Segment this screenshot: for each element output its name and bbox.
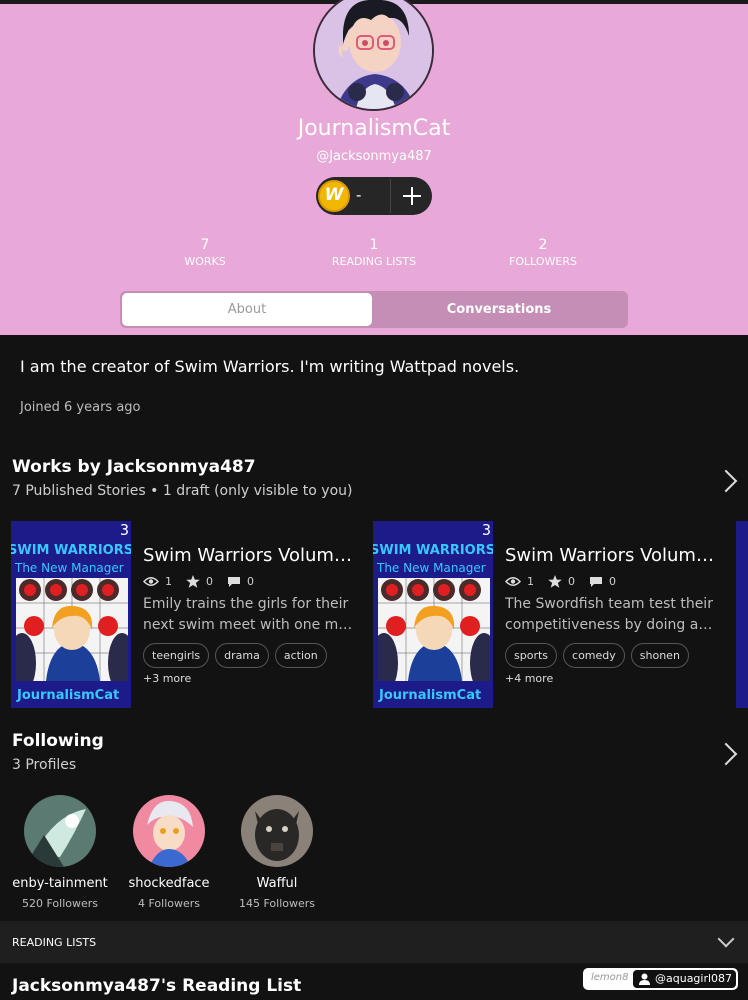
profile-tab-control: About Conversations <box>120 291 628 328</box>
story-reads: 1 <box>165 575 172 588</box>
user-icon <box>639 973 650 985</box>
story-more-tags[interactable]: +3 more <box>143 672 191 685</box>
coin-support-pill: W - <box>316 177 432 215</box>
watermark: lemon8 @aquagirl087 <box>583 968 738 990</box>
story-card[interactable]: 3 SWIM WARRIORS The New Manager Journali… <box>11 521 371 708</box>
story-description-line: The Swordfish team test their <box>505 596 713 612</box>
story-description-line: competitiveness by doing a… <box>505 617 713 633</box>
stat-reading-lists-value: 1 <box>369 237 379 253</box>
story-description: Emily trains the girls for their next sw… <box>143 594 353 636</box>
votes-star-icon <box>548 575 562 588</box>
profile-avatar[interactable] <box>133 795 205 867</box>
reading-list-title[interactable]: Jacksonmya487's Reading List <box>12 976 301 996</box>
following-followers: 145 Followers <box>238 897 316 910</box>
story-tags: sports comedy shonen <box>505 643 695 668</box>
following-followers: 520 Followers <box>21 897 99 910</box>
stat-reading-lists[interactable]: 1 READING LISTS <box>304 237 444 268</box>
stat-followers[interactable]: 2 FOLLOWERS <box>473 237 613 268</box>
cover-artwork <box>373 578 493 693</box>
following-profile[interactable]: enby-tainment 520 Followers <box>0 795 120 910</box>
coin-count: - <box>356 186 362 204</box>
cover-artwork <box>11 578 131 693</box>
watermark-brand: lemon8 <box>591 972 629 983</box>
reads-eye-icon <box>143 577 159 586</box>
chevron-down-icon[interactable] <box>717 930 735 948</box>
watermark-user-badge: @aquagirl087 <box>633 970 736 988</box>
cover-title: SWIM WARRIORS <box>373 543 493 558</box>
story-tag[interactable]: shonen <box>630 643 689 668</box>
cover-title: SWIM WARRIORS <box>11 543 131 558</box>
tab-conversations[interactable]: Conversations <box>372 293 626 326</box>
works-section-title: Works by Jacksonmya487 <box>12 457 256 477</box>
reading-lists-bar[interactable]: READING LISTS <box>0 921 748 963</box>
following-name: shockedface <box>128 876 210 891</box>
profile-display-name: JournalismCat <box>297 116 451 141</box>
coin-icon[interactable]: W <box>318 180 350 212</box>
following-section-subtitle: 3 Profiles <box>12 757 77 773</box>
following-chevron-right-icon[interactable] <box>714 742 738 766</box>
story-metrics: 1 0 0 <box>505 575 630 588</box>
avatar-illustration <box>315 0 432 109</box>
stat-followers-value: 2 <box>538 237 548 253</box>
story-tag[interactable]: sports <box>505 643 558 668</box>
cover-subtitle: The New Manager <box>15 561 124 575</box>
story-comments: 0 <box>247 575 254 588</box>
reading-lists-label: READING LISTS <box>12 936 97 949</box>
profile-header: JournalismCat @Jacksonmya487 W - 7 WORKS… <box>0 0 748 335</box>
pill-divider <box>390 179 391 213</box>
story-title[interactable]: Swim Warriors Volum… <box>505 545 715 566</box>
works-section-subtitle: 7 Published Stories • 1 draft (only visi… <box>12 483 353 499</box>
comments-bubble-icon <box>590 576 602 587</box>
story-tag[interactable]: teengirls <box>143 643 210 668</box>
story-cover[interactable]: 3 SWIM WARRIORS The New Manager Journali… <box>11 521 131 708</box>
stat-works-value: 7 <box>200 237 210 253</box>
story-description: The Swordfish team test their competitiv… <box>505 594 715 636</box>
story-votes: 0 <box>568 575 575 588</box>
following-name: enby-tainment <box>12 876 108 891</box>
following-profile[interactable]: Wafful 145 Followers <box>217 795 337 910</box>
profile-bio: I am the creator of Swim Warriors. I'm w… <box>20 357 520 376</box>
follow-plus-icon[interactable] <box>394 179 428 213</box>
profile-avatar[interactable] <box>313 0 434 111</box>
stat-works-label: WORKS <box>184 255 226 268</box>
following-profile[interactable]: shockedface 4 Followers <box>109 795 229 910</box>
votes-star-icon <box>186 575 200 588</box>
comments-bubble-icon <box>228 576 240 587</box>
story-tags: teengirls drama action <box>143 643 333 668</box>
cover-author: JournalismCat <box>17 688 120 703</box>
story-more-tags[interactable]: +4 more <box>505 672 553 685</box>
story-card[interactable]: 3 SWIM WARRIORS The New Manager Journali… <box>373 521 733 708</box>
joined-date: Joined 6 years ago <box>20 400 141 415</box>
profile-avatar[interactable] <box>24 795 96 867</box>
profile-handle: @Jacksonmya487 <box>316 149 432 164</box>
story-description-line: Emily trains the girls for their <box>143 596 349 612</box>
cover-subtitle: The New Manager <box>377 561 486 575</box>
cover-volume: 3 <box>481 521 491 539</box>
works-chevron-right-icon[interactable] <box>714 469 738 493</box>
reads-eye-icon <box>505 577 521 586</box>
story-comments: 0 <box>609 575 616 588</box>
story-tag[interactable]: action <box>274 643 327 668</box>
watermark-user: @aquagirl087 <box>655 972 733 985</box>
profile-avatar[interactable] <box>241 795 313 867</box>
story-tag[interactable]: comedy <box>563 643 625 668</box>
stat-followers-label: FOLLOWERS <box>509 255 577 268</box>
story-title[interactable]: Swim Warriors Volum… <box>143 545 353 566</box>
stat-works[interactable]: 7 WORKS <box>135 237 275 268</box>
story-cover[interactable]: 3 SWIM WARRIORS The New Manager Journali… <box>373 521 493 708</box>
story-metrics: 1 0 0 <box>143 575 268 588</box>
story-votes: 0 <box>206 575 213 588</box>
following-section-title: Following <box>12 731 104 751</box>
story-cover-peek[interactable] <box>736 521 748 708</box>
tab-about[interactable]: About <box>122 293 372 326</box>
story-tag[interactable]: drama <box>215 643 269 668</box>
stat-reading-lists-label: READING LISTS <box>331 255 417 268</box>
story-reads: 1 <box>527 575 534 588</box>
following-followers: 4 Followers <box>137 897 201 910</box>
cover-author: JournalismCat <box>379 688 482 703</box>
cover-volume: 3 <box>119 521 129 539</box>
story-description-line: next swim meet with one m… <box>143 617 353 633</box>
following-name: Wafful <box>256 876 298 891</box>
